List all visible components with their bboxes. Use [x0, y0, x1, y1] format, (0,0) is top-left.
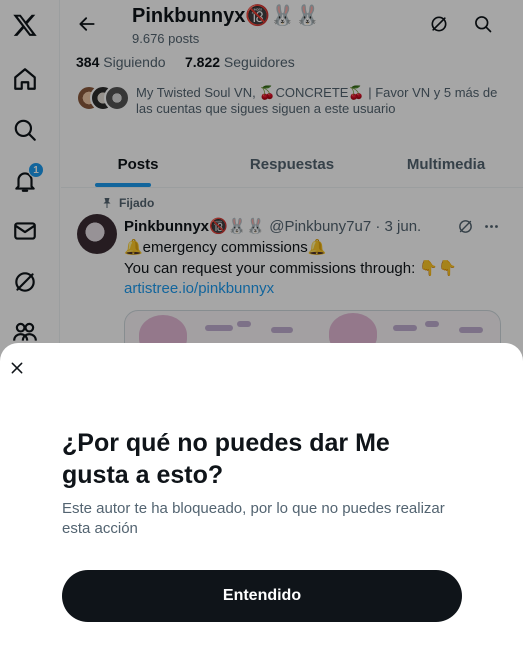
sheet-title: ¿Por qué no puedes dar Me gusta a esto?: [62, 429, 390, 489]
close-icon: [11, 362, 23, 374]
close-button[interactable]: [6, 357, 28, 379]
understood-button[interactable]: Entendido: [62, 570, 462, 622]
sheet-body: Este autor te ha bloqueado, por lo que n…: [62, 500, 445, 537]
blocked-like-sheet: ¿Por qué no puedes dar Me gusta a esto? …: [0, 343, 523, 656]
